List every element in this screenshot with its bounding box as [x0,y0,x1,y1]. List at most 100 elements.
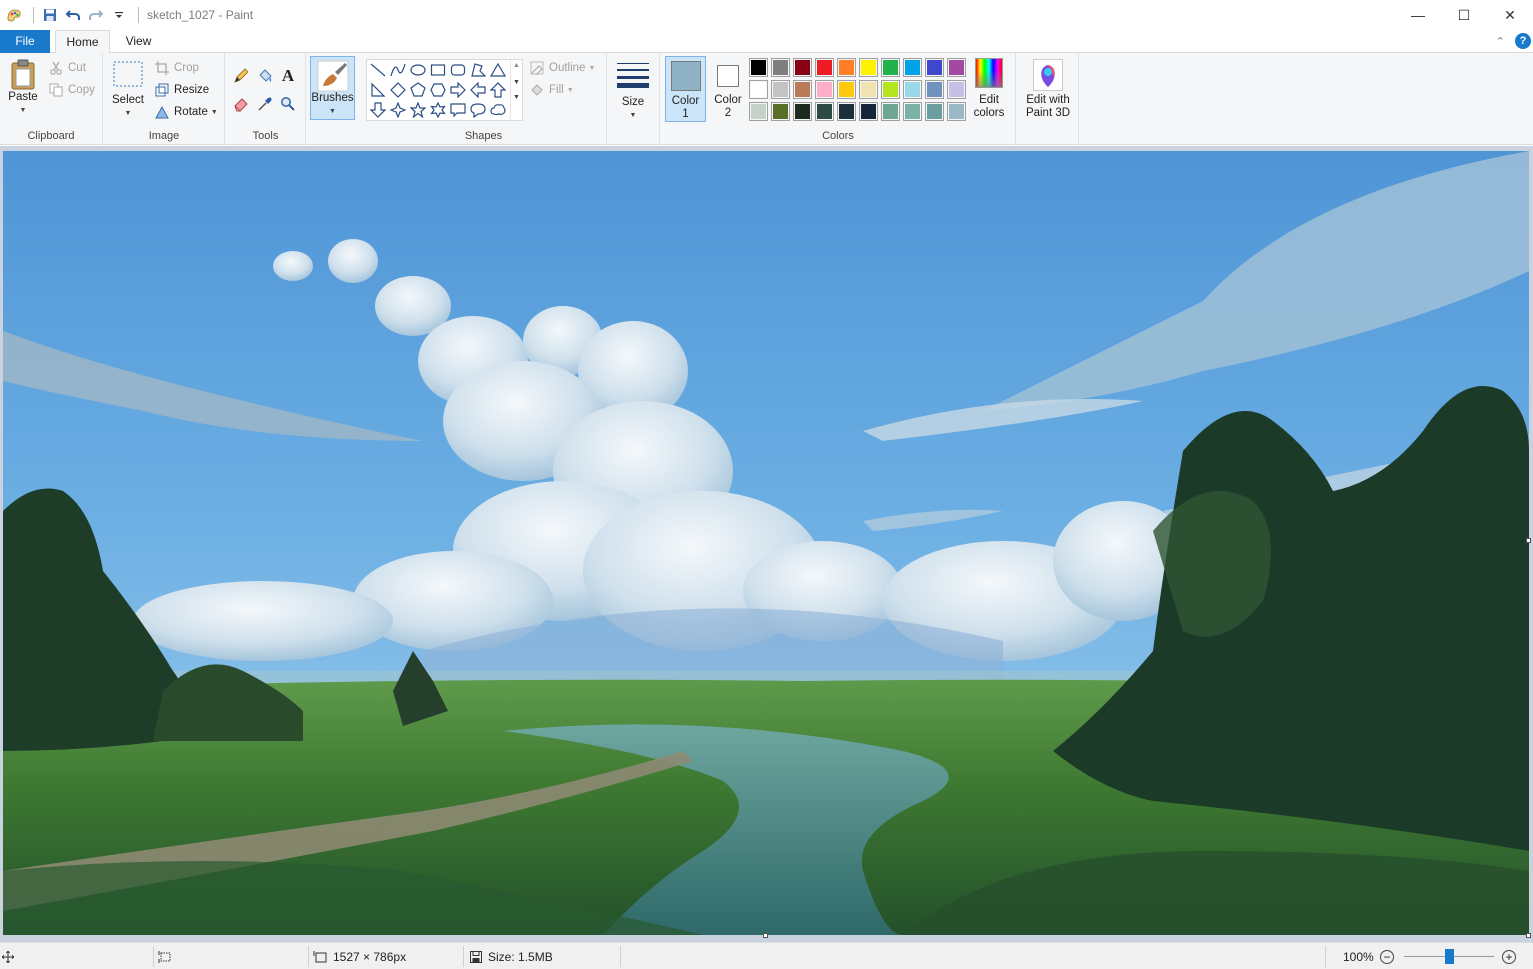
palette-swatch[interactable] [859,102,878,121]
resize-label: Resize [174,84,210,96]
palette-swatch[interactable] [793,80,812,99]
rounded-rectangle-shape-icon[interactable] [448,60,468,80]
palette-swatch[interactable] [881,102,900,121]
edit-colors-button[interactable]: Edit colors [971,56,1007,122]
scroll-down-icon[interactable]: ▼ [511,79,522,86]
customize-qat-icon[interactable] [109,5,129,25]
palette-swatch[interactable] [925,80,944,99]
oval-shape-icon[interactable] [408,60,428,80]
palette-swatch[interactable] [925,58,944,77]
palette-swatch[interactable] [837,102,856,121]
palette-swatch[interactable] [771,80,790,99]
palette-swatch[interactable] [947,58,966,77]
rotate-button[interactable]: Rotate ▼ [154,102,218,122]
palette-swatch[interactable] [793,102,812,121]
drawing-canvas[interactable] [3,151,1529,935]
palette-swatch[interactable] [771,102,790,121]
help-icon[interactable]: ? [1515,33,1531,49]
palette-swatch[interactable] [903,58,922,77]
palette-swatch[interactable] [925,102,944,121]
tab-view[interactable]: View [116,30,161,53]
down-arrow-shape-icon[interactable] [368,100,388,120]
paint-app-icon[interactable] [4,5,24,25]
diamond-shape-icon[interactable] [388,80,408,100]
copy-button[interactable]: Copy [48,80,95,100]
oval-callout-shape-icon[interactable] [468,100,488,120]
palette-swatch[interactable] [903,102,922,121]
hexagon-shape-icon[interactable] [428,80,448,100]
collapse-ribbon-icon[interactable]: ⌃ [1496,35,1505,48]
palette-swatch[interactable] [947,80,966,99]
line-shape-icon[interactable] [368,60,388,80]
zoom-in-button[interactable]: + [1502,943,1516,969]
palette-swatch[interactable] [859,58,878,77]
scroll-up-icon[interactable]: ▲ [511,62,522,69]
brushes-button[interactable]: Brushes ▼ [310,56,355,120]
polygon-shape-icon[interactable] [468,60,488,80]
tab-home[interactable]: Home [55,30,110,54]
pentagon-shape-icon[interactable] [408,80,428,100]
select-button[interactable]: Select ▼ [110,59,146,123]
palette-swatch[interactable] [947,102,966,121]
rectangle-shape-icon[interactable] [428,60,448,80]
color2-button[interactable]: Color 2 [709,56,747,122]
tab-file[interactable]: File [0,30,50,53]
crop-button[interactable]: Crop [154,58,199,78]
right-arrow-shape-icon[interactable] [448,80,468,100]
left-arrow-shape-icon[interactable] [468,80,488,100]
canvas-resize-handle-bottom[interactable] [763,933,768,938]
close-icon: ✕ [1504,6,1516,23]
canvas-resize-handle-right[interactable] [1526,538,1531,543]
palette-swatch[interactable] [881,80,900,99]
cloud-callout-shape-icon[interactable] [488,100,508,120]
palette-swatch[interactable] [749,80,768,99]
palette-swatch[interactable] [881,58,900,77]
zoom-slider[interactable] [1404,943,1494,969]
zoom-slider-thumb[interactable] [1445,949,1454,964]
palette-swatch[interactable] [815,80,834,99]
expand-gallery-icon[interactable]: ▼ [511,94,522,101]
minimize-button[interactable]: — [1395,0,1441,30]
rectangular-callout-shape-icon[interactable] [448,100,468,120]
palette-swatch[interactable] [815,58,834,77]
palette-swatch[interactable] [815,102,834,121]
paste-button[interactable]: Paste ▼ [4,57,42,121]
right-triangle-shape-icon[interactable] [368,80,388,100]
size-label: Size [621,96,645,108]
palette-swatch[interactable] [749,102,768,121]
size-button[interactable]: Size ▼ [614,59,652,123]
maximize-button[interactable]: ☐ [1441,0,1487,30]
outline-button[interactable]: Outline ▼ [529,58,595,78]
fill-button[interactable]: Fill ▼ [529,80,574,100]
close-button[interactable]: ✕ [1487,0,1533,30]
undo-icon[interactable] [63,5,83,25]
magnifier-icon[interactable] [278,94,298,114]
fill-bucket-icon[interactable] [255,66,275,86]
cut-button[interactable]: Cut [48,58,86,78]
six-point-star-shape-icon[interactable] [428,100,448,120]
edit-with-paint3d-button[interactable]: Edit with Paint 3D [1021,56,1075,122]
curve-shape-icon[interactable] [388,60,408,80]
resize-button[interactable]: Resize [154,80,209,100]
triangle-shape-icon[interactable] [488,60,508,80]
zoom-out-button[interactable]: − [1380,943,1394,969]
up-arrow-shape-icon[interactable] [488,80,508,100]
eraser-icon[interactable] [231,94,251,114]
four-point-star-shape-icon[interactable] [388,100,408,120]
palette-swatch[interactable] [837,80,856,99]
text-tool-icon[interactable]: A [278,66,298,86]
pencil-icon[interactable] [231,66,251,86]
canvas-resize-handle-corner[interactable] [1526,933,1531,938]
palette-swatch[interactable] [837,58,856,77]
redo-icon[interactable] [86,5,106,25]
five-point-star-shape-icon[interactable] [408,100,428,120]
palette-swatch[interactable] [793,58,812,77]
palette-swatch[interactable] [859,80,878,99]
color1-button[interactable]: Color 1 [665,56,706,122]
save-icon[interactable] [40,5,60,25]
shapes-scrollbar[interactable]: ▲ ▼ ▼ [510,60,522,120]
palette-swatch[interactable] [749,58,768,77]
color-picker-icon[interactable] [255,94,275,114]
palette-swatch[interactable] [903,80,922,99]
palette-swatch[interactable] [771,58,790,77]
